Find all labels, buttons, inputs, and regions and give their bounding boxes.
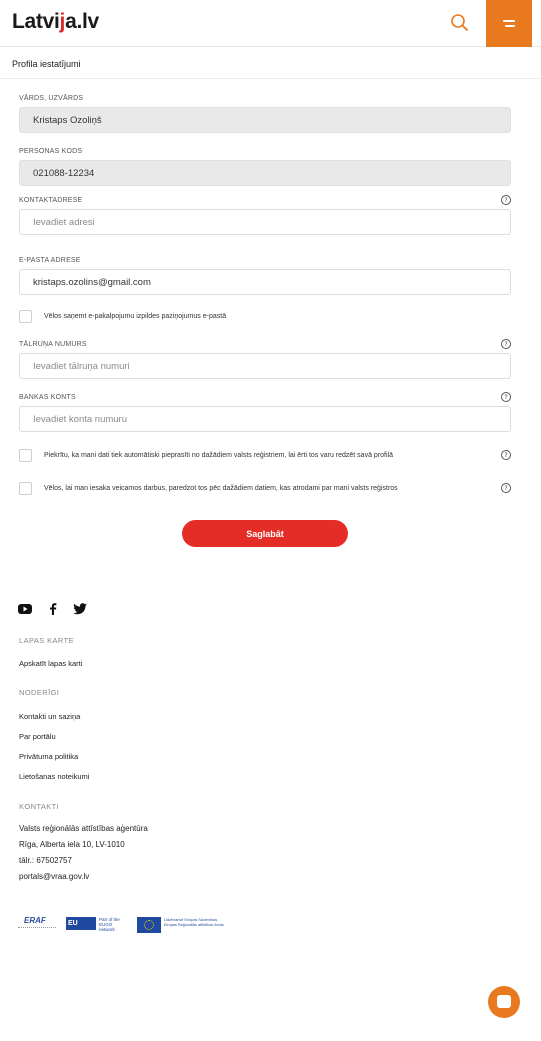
suggest-help-icon[interactable]: ?	[501, 483, 511, 493]
consent-label: Piekrītu, ka mani dati tiek automātiski …	[44, 452, 393, 459]
bank-help-icon[interactable]: ?	[501, 392, 511, 402]
email-value: kristaps.ozolins@gmail.com	[33, 276, 151, 288]
email-notify-label: Vēlos saņemt e-pakalpojumu izpildes pazi…	[44, 313, 227, 320]
save-button[interactable]: Saglabāt	[182, 520, 348, 547]
phone-help-icon[interactable]: ?	[501, 339, 511, 349]
terms-of-use-link[interactable]: Lietošanas noteikumi	[19, 772, 89, 781]
address-placeholder: Ievadiet adresi	[33, 216, 95, 228]
suggest-checkbox[interactable]	[19, 482, 32, 495]
name-value: Kristaps Ozoliņš	[33, 114, 102, 126]
phone-placeholder: Ievadiet tālruņa numuri	[33, 360, 130, 372]
twitter-icon[interactable]	[73, 603, 87, 615]
sitemap-link[interactable]: Apskatīt lapas karti	[19, 659, 82, 668]
personal-code-field: 021088-12234	[19, 160, 511, 186]
email-input[interactable]: kristaps.ozolins@gmail.com	[19, 269, 511, 295]
suggest-label: Vēlos, lai man iesaka veicamos darbus, p…	[44, 485, 398, 492]
address-help-icon[interactable]: ?	[501, 195, 511, 205]
address-label: Kontaktadrese	[19, 197, 83, 204]
logo-text-suffix: a.lv	[65, 10, 99, 33]
menu-button[interactable]	[486, 0, 532, 47]
eu-fund-logo: Līdzfinansē Eiropas Savienības Eiropas R…	[137, 917, 227, 933]
breadcrumb: Profila iestatījumi	[12, 59, 81, 69]
name-field: Kristaps Ozoliņš	[19, 107, 511, 133]
consent-checkbox[interactable]	[19, 449, 32, 462]
contacts-link[interactable]: Kontakti un saziņa	[19, 712, 80, 721]
personal-code-label: Personas kods	[19, 148, 83, 155]
about-portal-link[interactable]: Par portālu	[19, 732, 56, 741]
agency-address: Rīga, Alberta iela 10, LV-1010	[19, 840, 125, 849]
site-header: Latvija.lv	[0, 0, 541, 47]
bank-input[interactable]: Ievadiet konta numuru	[19, 406, 511, 432]
personal-code-value: 021088-12234	[33, 167, 95, 179]
agency-name: Valsts reģionālās attīstības aģentūra	[19, 824, 148, 833]
phone-input[interactable]: Ievadiet tālruņa numuri	[19, 353, 511, 379]
privacy-policy-link[interactable]: Privātuma politika	[19, 752, 78, 761]
email-notify-checkbox[interactable]	[19, 310, 32, 323]
chat-icon	[497, 995, 511, 1008]
contacts-heading: Kontakti	[19, 802, 60, 811]
address-input[interactable]: Ievadiet adresi	[19, 209, 511, 235]
bank-label: Bankas konts	[19, 394, 76, 401]
phone-label: Tālruņa numurs	[19, 341, 87, 348]
logo-text: Latvi	[12, 10, 60, 33]
eugo-logo: EU Part of the EUGO network	[66, 917, 120, 932]
consent-help-icon[interactable]: ?	[501, 450, 511, 460]
facebook-icon[interactable]	[49, 603, 57, 615]
divider	[0, 78, 541, 79]
bank-placeholder: Ievadiet konta numuru	[33, 413, 128, 425]
chat-button[interactable]	[488, 986, 520, 1018]
email-label: E-pasta adrese	[19, 257, 81, 264]
sitemap-heading: Lapas karte	[19, 636, 74, 645]
agency-email[interactable]: portals@vraa.gov.lv	[19, 872, 89, 881]
useful-heading: Noderīgi	[19, 688, 60, 697]
site-logo[interactable]: Latvija.lv	[12, 10, 99, 34]
agency-phone: tālr.: 67502757	[19, 856, 72, 865]
name-label: Vārds, uzvārds	[19, 95, 84, 102]
search-icon	[451, 14, 468, 31]
eraf-logo: ERAF	[18, 916, 56, 934]
youtube-icon[interactable]	[18, 603, 32, 615]
search-button[interactable]	[449, 12, 471, 34]
